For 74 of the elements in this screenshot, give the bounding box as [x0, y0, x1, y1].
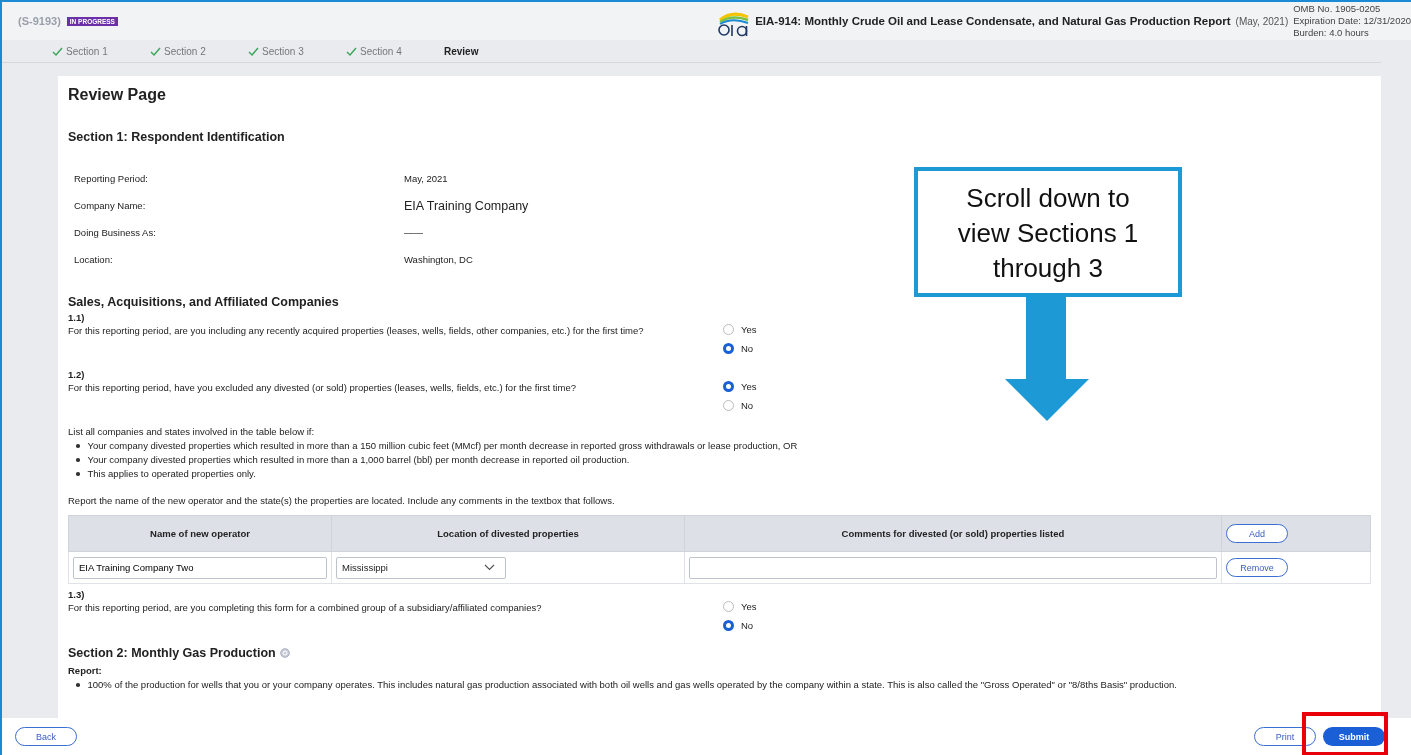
case-id: (S-9193) — [18, 15, 61, 27]
report-period: (May, 2021) — [1235, 15, 1289, 27]
column-header: Name of new operator — [68, 515, 332, 552]
bullet-icon — [76, 444, 80, 448]
down-arrow-icon — [1004, 297, 1090, 422]
field-value: May, 2021 — [404, 173, 448, 184]
option-label: No — [741, 399, 754, 411]
list-item: Your company divested properties which resulted in more than a 150 million cubic feet (MMcf) per month decrease in reported gross withdrawals or lease production, OR — [87, 439, 798, 453]
instruction-text: Report the name of the new operator and the state(s) the properties are located. Include any comments in the textbox that follows. — [68, 495, 616, 506]
field-label: Location: — [73, 254, 114, 265]
question-text: For this reporting period, have you excluded any divested (or sold) properties (leases, wells, fields, etc.) for the first time? — [68, 382, 577, 393]
list-item: This applies to operated properties only. — [87, 467, 256, 481]
option-label: No — [741, 342, 754, 354]
radio-button[interactable] — [723, 342, 734, 354]
check-icon — [150, 46, 161, 56]
field-value: Washington, DC — [404, 254, 473, 265]
radio-button[interactable] — [723, 619, 734, 631]
step-tab[interactable]: Section 3 — [248, 45, 346, 57]
radio-option[interactable]: Yes — [723, 599, 757, 613]
list-item: 100% of the production for wells that you or your company operates. This includes natural gas production associated with both oil wells and gas wells operated by the company within a state. This is also called the "Gross Operated" or "8/8ths Basis" production. — [87, 678, 1177, 692]
check-icon — [52, 46, 63, 56]
page-title: Review Page — [68, 86, 167, 104]
form-title: EIA-914: Monthly Crude Oil and Lease Condensate, and Natural Gas Production Report — [755, 15, 1231, 27]
section-heading: Section 2: Monthly Gas Production — [68, 646, 276, 660]
column-header: Location of divested properties — [331, 515, 685, 552]
callout-box: Scroll down to view Sections 1 through 3 — [914, 167, 1182, 297]
field-value: EIA Training Company — [404, 198, 529, 213]
print-button[interactable]: Print — [1254, 727, 1316, 746]
step-tab[interactable]: Section 4 — [346, 45, 444, 57]
list-item: Your company divested properties which resulted in more than a 1,000 barrel (bbl) per month decrease in reported oil production. — [87, 453, 630, 467]
remove-button[interactable]: Remove — [1226, 558, 1288, 577]
option-label: Yes — [741, 600, 757, 612]
field-value: —— — [404, 227, 423, 238]
add-button[interactable]: Add — [1226, 524, 1288, 543]
radio-option[interactable]: No — [723, 618, 757, 632]
question-number: 1.3) — [68, 589, 86, 600]
bullet-icon — [76, 472, 80, 476]
check-icon — [248, 46, 259, 56]
bullet-icon — [76, 683, 80, 687]
question-number: 1.2) — [68, 369, 86, 380]
expiration-date: Expiration Date: 12/31/2020 — [1293, 15, 1411, 27]
step-tab[interactable]: Section 1 — [52, 45, 150, 57]
question-text: For this reporting period, are you including any recently acquired properties (leases, wells, fields, other companies, etc.) for the first time? — [68, 325, 645, 336]
option-label: Yes — [741, 323, 757, 335]
field-label: Company Name: — [73, 200, 147, 211]
radio-option[interactable]: Yes — [723, 379, 757, 393]
field-label: Reporting Period: — [73, 173, 149, 184]
chevron-down-icon — [484, 564, 495, 571]
section-heading: Sales, Acquisitions, and Affiliated Companies — [68, 295, 340, 309]
operator-input[interactable]: EIA Training Company Two — [73, 556, 327, 579]
report-label: Report: — [68, 665, 103, 676]
section-heading: Section 1: Respondent Identification — [68, 130, 286, 144]
column-header: Comments for divested (or sold) properties listed — [684, 515, 1222, 552]
step-tab[interactable]: Review — [444, 45, 542, 57]
radio-button[interactable] — [723, 380, 734, 392]
list-intro: List all companies and states involved in the table below if: — [68, 426, 316, 437]
question-number: 1.1) — [68, 312, 86, 323]
omb-number: OMB No. 1905-0205 — [1293, 3, 1382, 15]
radio-option[interactable]: No — [723, 341, 757, 355]
field-label: Doing Business As: — [73, 227, 157, 238]
burden-text: Burden: 4.0 hours — [1293, 27, 1370, 39]
radio-option[interactable]: Yes — [723, 322, 757, 336]
question-text: For this reporting period, are you completing this form for a combined group of a subsidiary/affiliated companies? — [68, 602, 543, 613]
check-icon — [346, 46, 357, 56]
option-label: Yes — [741, 380, 757, 392]
radio-option[interactable]: No — [723, 398, 757, 412]
step-tab[interactable]: Section 2 — [150, 45, 248, 57]
option-label: No — [741, 619, 754, 631]
back-button[interactable]: Back — [15, 727, 77, 746]
help-icon[interactable] — [279, 648, 290, 658]
comments-input[interactable] — [689, 556, 1217, 579]
submit-button[interactable]: Submit — [1323, 727, 1385, 746]
bullet-icon — [76, 458, 80, 462]
location-dropdown[interactable]: Mississippi — [336, 556, 506, 579]
